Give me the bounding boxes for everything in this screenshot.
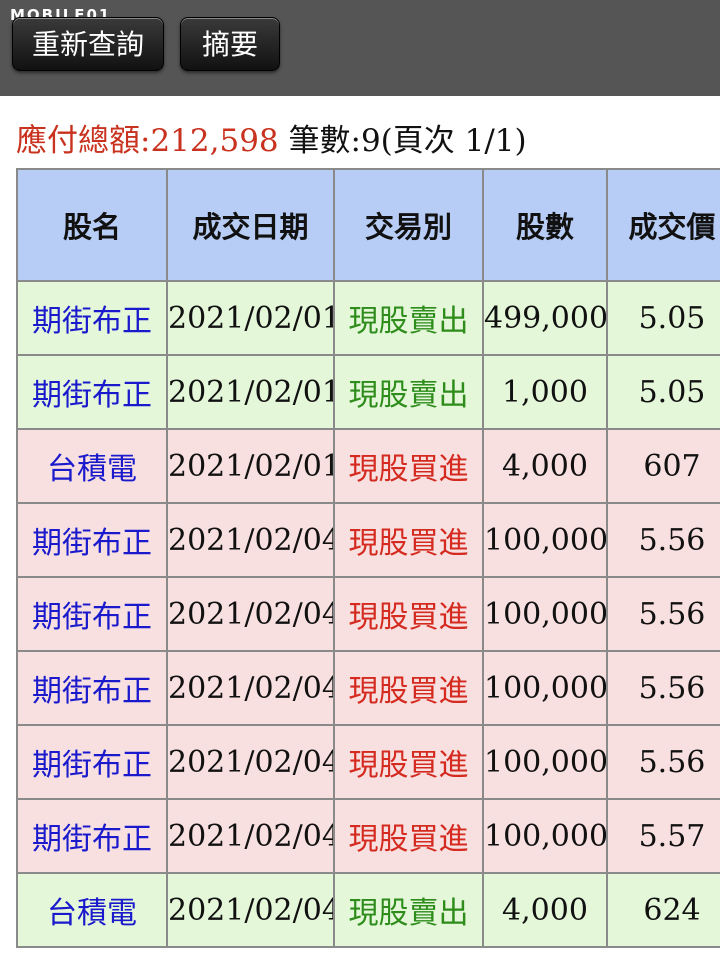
trade-type-cell: 現股買進 [333,428,484,504]
trade-date-cell: 2021/02/01 [166,354,335,430]
count-text: 筆數:9(頁次 1/1) [288,123,527,159]
trade-type-cell: 現股賣出 [333,354,484,430]
trade-date-cell: 2021/02/04 [166,872,335,948]
table-header-row: 股名 成交日期 交易別 股數 成交價 [16,168,720,282]
trade-type-cell: 現股買進 [333,650,484,726]
total-value: 212,598 [150,123,279,159]
stock-name-cell: 期街布正 [16,724,168,800]
column-header-price: 成交價 [606,168,720,282]
table-row[interactable]: 期街布正 2021/02/01 現股賣出 499,000 5.05 [16,280,720,356]
top-toolbar: MOBILE01 重新查詢 摘要 [0,0,720,96]
column-header-trade-type: 交易別 [333,168,484,282]
column-header-trade-date: 成交日期 [166,168,335,282]
trades-table: 股名 成交日期 交易別 股數 成交價 期街布正 2021/02/01 現股賣出 499… [16,168,720,948]
table-row[interactable]: 期街布正 2021/02/04 現股買進 100,000 5.56 [16,724,720,800]
price-cell: 5.56 [606,502,720,578]
price-cell: 5.56 [606,724,720,800]
price-cell: 624 [606,872,720,948]
stock-name-cell: 台積電 [16,428,168,504]
table-row[interactable]: 期街布正 2021/02/04 現股買進 100,000 5.56 [16,502,720,578]
shares-cell: 100,000 [482,798,608,874]
table-row[interactable]: 台積電 2021/02/04 現股賣出 4,000 624 [16,872,720,948]
total-label: 應付總額: [16,123,151,159]
shares-cell: 4,000 [482,872,608,948]
shares-cell: 1,000 [482,354,608,430]
table-row[interactable]: 期街布正 2021/02/04 現股買進 100,000 5.57 [16,798,720,874]
stock-name-cell: 期街布正 [16,280,168,356]
stock-name-cell: 台積電 [16,872,168,948]
summary-line: 應付總額:212,598 筆數:9(頁次 1/1) [16,116,527,166]
trade-type-cell: 現股買進 [333,576,484,652]
trade-date-cell: 2021/02/04 [166,724,335,800]
shares-cell: 100,000 [482,502,608,578]
price-cell: 5.56 [606,576,720,652]
price-cell: 5.05 [606,354,720,430]
stock-name-cell: 期街布正 [16,354,168,430]
shares-cell: 100,000 [482,650,608,726]
stock-name-cell: 期街布正 [16,502,168,578]
stock-name-cell: 期街布正 [16,576,168,652]
column-header-shares: 股數 [482,168,608,282]
table-row[interactable]: 期街布正 2021/02/04 現股買進 100,000 5.56 [16,650,720,726]
trade-date-cell: 2021/02/01 [166,280,335,356]
trade-date-cell: 2021/02/04 [166,576,335,652]
shares-cell: 499,000 [482,280,608,356]
table-row[interactable]: 台積電 2021/02/01 現股買進 4,000 607 [16,428,720,504]
trade-date-cell: 2021/02/04 [166,798,335,874]
shares-cell: 100,000 [482,724,608,800]
trade-type-cell: 現股買進 [333,502,484,578]
trade-type-cell: 現股賣出 [333,280,484,356]
trade-type-cell: 現股賣出 [333,872,484,948]
requery-button[interactable]: 重新查詢 [12,17,164,71]
summary-button[interactable]: 摘要 [180,17,280,71]
trade-date-cell: 2021/02/04 [166,502,335,578]
table-body: 期街布正 2021/02/01 現股賣出 499,000 5.05 期街布正 2021/02… [16,280,720,948]
stock-name-cell: 期街布正 [16,798,168,874]
price-cell: 607 [606,428,720,504]
trade-type-cell: 現股買進 [333,798,484,874]
stock-name-cell: 期街布正 [16,650,168,726]
trade-date-cell: 2021/02/01 [166,428,335,504]
trade-type-cell: 現股買進 [333,724,484,800]
price-cell: 5.57 [606,798,720,874]
table-row[interactable]: 期街布正 2021/02/01 現股賣出 1,000 5.05 [16,354,720,430]
price-cell: 5.56 [606,650,720,726]
column-header-stock-name: 股名 [16,168,168,282]
price-cell: 5.05 [606,280,720,356]
trade-date-cell: 2021/02/04 [166,650,335,726]
table-row[interactable]: 期街布正 2021/02/04 現股買進 100,000 5.56 [16,576,720,652]
shares-cell: 4,000 [482,428,608,504]
shares-cell: 100,000 [482,576,608,652]
